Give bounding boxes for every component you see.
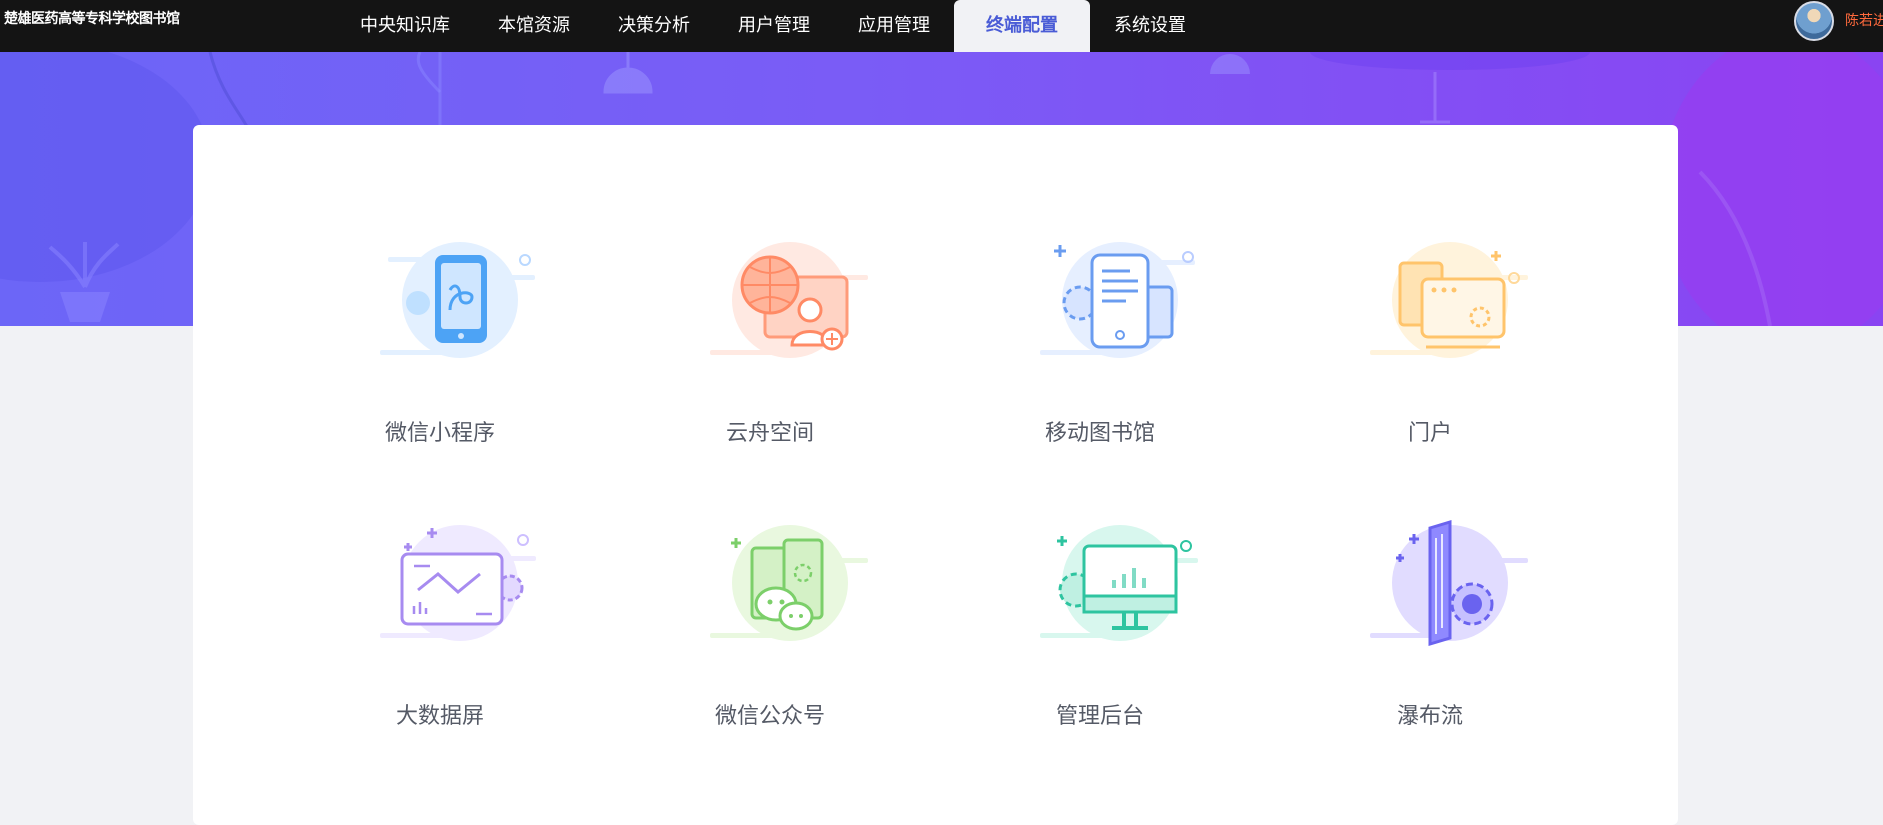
tile-label: 瀑布流 bbox=[1396, 704, 1463, 729]
top-bar: 楚雄医药高等专科学校图书馆 中央知识库 本馆资源 决策分析 用户管理 应用管理 … bbox=[0, 0, 1883, 52]
tile-wechat-mini-program[interactable]: 微信小程序 bbox=[320, 235, 560, 455]
terminal-config-card: 微信小程序 云舟空间 移动图书馆 门户 大数据屏 微信公众号 管理后台 瀑布流 bbox=[193, 125, 1678, 825]
nav-app-management[interactable]: 应用管理 bbox=[834, 0, 954, 52]
nav-local-resources[interactable]: 本馆资源 bbox=[474, 0, 594, 52]
mini-program-phone-icon bbox=[380, 242, 535, 358]
tile-label: 门户 bbox=[1407, 421, 1452, 446]
terminal-grid: 微信小程序 云舟空间 移动图书馆 门户 大数据屏 微信公众号 管理后台 瀑布流 bbox=[193, 125, 1678, 825]
user-name[interactable]: 陈若进 bbox=[1845, 10, 1883, 30]
nav-decision-analysis[interactable]: 决策分析 bbox=[594, 0, 714, 52]
tile-label: 移动图书馆 bbox=[1044, 421, 1155, 446]
tile-mobile-library[interactable]: 移动图书馆 bbox=[980, 235, 1220, 455]
tile-wechat-official[interactable]: 微信公众号 bbox=[650, 518, 890, 738]
big-data-screen-icon bbox=[380, 525, 536, 641]
tile-label: 云舟空间 bbox=[725, 421, 814, 446]
tile-label: 微信小程序 bbox=[384, 421, 495, 446]
portal-window-icon bbox=[1370, 242, 1528, 358]
waterfall-screen-icon bbox=[1370, 519, 1528, 647]
school-name: 楚雄医药高等专科学校图书馆 bbox=[4, 11, 180, 27]
tile-label: 大数据屏 bbox=[395, 704, 484, 729]
admin-monitor-icon bbox=[1040, 525, 1198, 641]
nav-system-settings[interactable]: 系统设置 bbox=[1090, 0, 1210, 52]
tile-label: 微信公众号 bbox=[714, 704, 825, 729]
tile-admin-backend[interactable]: 管理后台 bbox=[980, 518, 1220, 738]
tile-waterfall[interactable]: 瀑布流 bbox=[1310, 518, 1550, 738]
tile-label: 管理后台 bbox=[1055, 704, 1144, 729]
tile-big-data-screen[interactable]: 大数据屏 bbox=[320, 518, 560, 738]
nav-user-management[interactable]: 用户管理 bbox=[714, 0, 834, 52]
wechat-official-icon bbox=[710, 525, 868, 641]
mobile-library-icon bbox=[1040, 242, 1195, 358]
nav-terminal-config[interactable]: 终端配置 bbox=[954, 0, 1090, 52]
tile-portal[interactable]: 门户 bbox=[1310, 235, 1550, 455]
nav-central-knowledge[interactable]: 中央知识库 bbox=[336, 0, 474, 52]
avatar[interactable] bbox=[1794, 1, 1834, 41]
tile-yunzhou-space[interactable]: 云舟空间 bbox=[650, 235, 890, 455]
main-nav: 中央知识库 本馆资源 决策分析 用户管理 应用管理 终端配置 系统设置 bbox=[336, 0, 1210, 52]
globe-user-icon bbox=[710, 242, 868, 358]
